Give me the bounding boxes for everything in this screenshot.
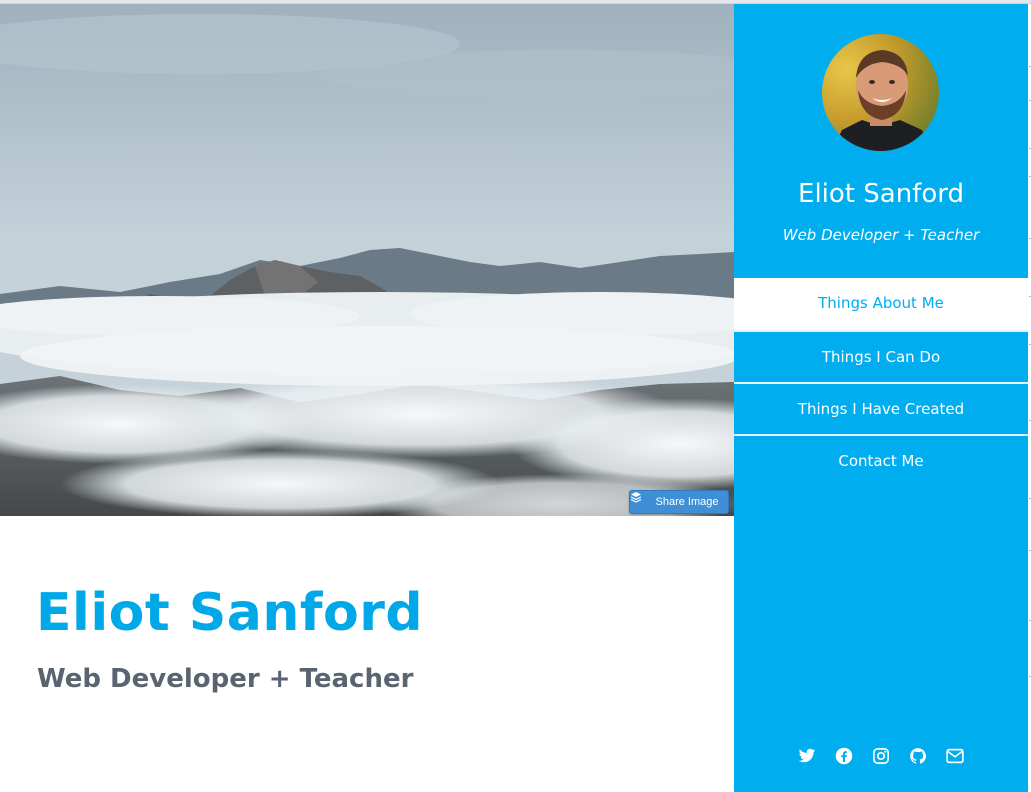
sidebar-role: Web Developer + Teacher [782,226,980,244]
email-icon[interactable] [945,746,965,766]
sidebar: Eliot Sanford Web Developer + Teacher Th… [734,4,1028,792]
page-subtitle: Web Developer + Teacher [37,664,414,694]
mountain-landscape [0,4,734,516]
page-title: Eliot Sanford [36,583,424,643]
share-image-label: Share Image [655,496,719,508]
hero-image: Share Image [0,4,734,516]
nav-item-things-i-can-do[interactable]: Things I Can Do [734,330,1028,382]
nav-item-things-about-me[interactable]: Things About Me [734,278,1028,330]
share-image-button[interactable]: Share Image [629,490,729,514]
nav-item-contact-me[interactable]: Contact Me [734,434,1028,486]
avatar [822,34,939,151]
nav-item-things-i-have-created[interactable]: Things I Have Created [734,382,1028,434]
layers-icon [630,492,652,508]
social-links [734,744,1028,768]
profile-photo [822,34,939,151]
sidebar-name: Eliot Sanford [798,179,964,209]
facebook-icon[interactable] [834,746,854,766]
twitter-icon[interactable] [797,746,817,766]
github-icon[interactable] [908,746,928,766]
instagram-icon[interactable] [871,746,891,766]
sidebar-nav: Things About Me Things I Can Do Things I… [734,278,1028,486]
